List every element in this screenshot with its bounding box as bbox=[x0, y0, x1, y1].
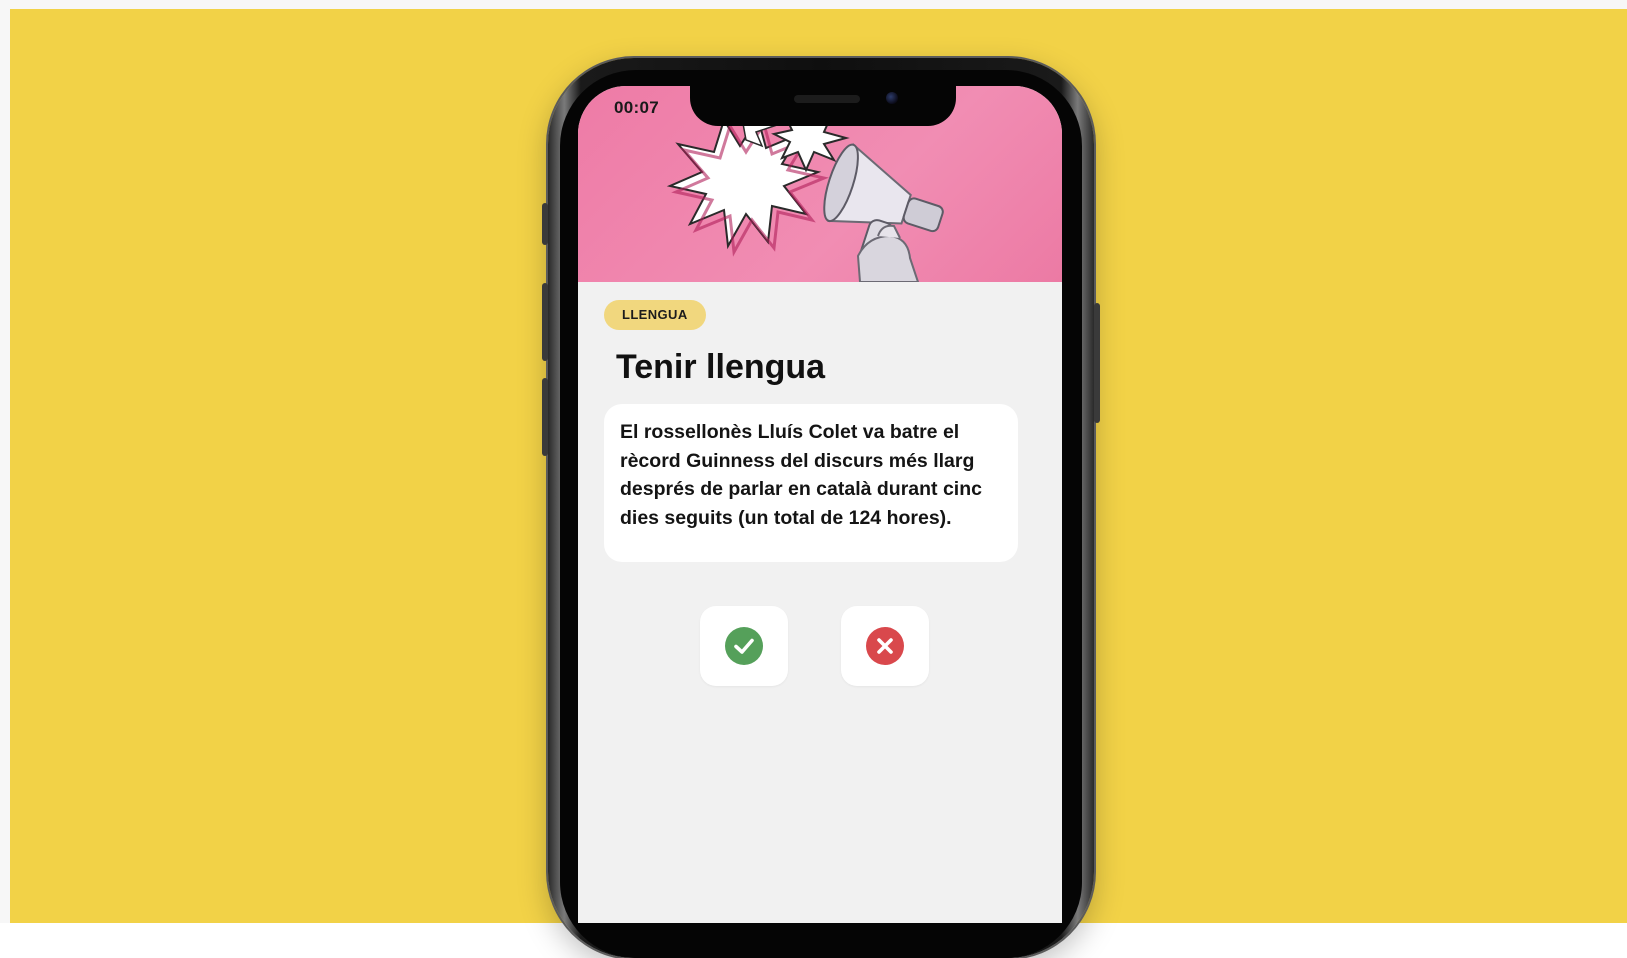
card-title: Tenir llengua bbox=[616, 348, 826, 386]
false-button[interactable] bbox=[841, 606, 929, 686]
status-bar-time: 00:07 bbox=[614, 98, 659, 117]
phone-notch bbox=[690, 86, 956, 126]
true-button[interactable] bbox=[700, 606, 788, 686]
front-camera bbox=[886, 92, 898, 104]
hero-image: 00:07 bbox=[578, 86, 1062, 282]
volume-down-button bbox=[542, 378, 548, 456]
window-left-edge bbox=[0, 0, 10, 923]
hand bbox=[856, 234, 920, 282]
earpiece-speaker bbox=[794, 95, 860, 103]
fact-text: El rossellonès Lluís Colet va batre el r… bbox=[620, 421, 982, 529]
volume-up-button bbox=[542, 283, 548, 361]
category-tag: LLENGUA bbox=[604, 300, 706, 330]
phone-screen: 00:07 LLENGUA Tenir llengua El rossellon… bbox=[578, 86, 1062, 923]
fact-card: El rossellonès Lluís Colet va batre el r… bbox=[604, 404, 1018, 562]
window-top-edge bbox=[0, 0, 1627, 9]
check-circle-icon bbox=[725, 627, 763, 665]
power-button bbox=[1094, 303, 1100, 423]
mute-switch bbox=[542, 203, 548, 245]
x-circle-icon bbox=[866, 627, 904, 665]
